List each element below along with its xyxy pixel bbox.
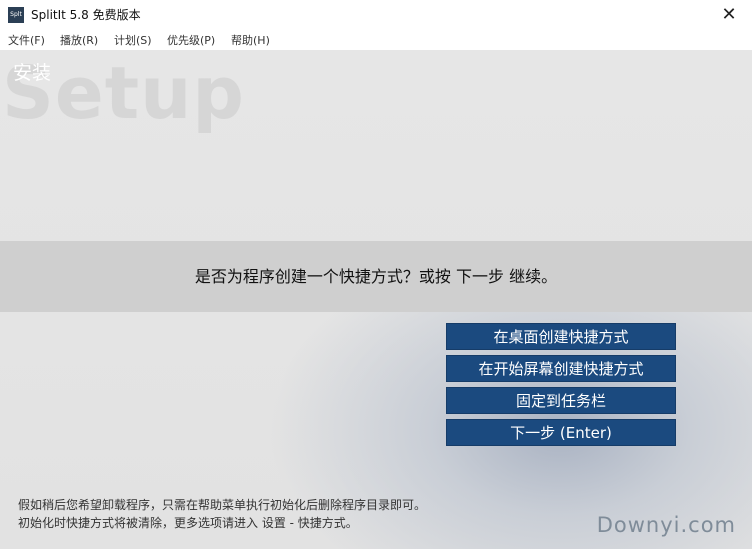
question-text: 是否为程序创建一个快捷方式？或按 下一步 继续。 xyxy=(194,267,558,286)
title-bar: Splt SplitIt 5.8 免费版本 ✕ xyxy=(0,0,752,30)
desktop-shortcut-button[interactable]: 在桌面创建快捷方式 xyxy=(446,323,676,350)
next-button[interactable]: 下一步 (Enter) xyxy=(446,419,676,446)
window-title: SplitIt 5.8 免费版本 xyxy=(31,8,141,22)
pin-taskbar-button[interactable]: 固定到任务栏 xyxy=(446,387,676,414)
menu-help[interactable]: 帮助(H) xyxy=(231,32,270,48)
page-title: 安装 xyxy=(13,62,52,84)
menu-schedule[interactable]: 计划(S) xyxy=(114,32,152,48)
close-button[interactable]: ✕ xyxy=(706,0,752,30)
site-watermark: Downyi.com xyxy=(596,513,736,537)
menu-file[interactable]: 文件(F) xyxy=(8,32,45,48)
start-screen-shortcut-button[interactable]: 在开始屏幕创建快捷方式 xyxy=(446,355,676,382)
question-band: 是否为程序创建一个快捷方式？或按 下一步 继续。 xyxy=(0,241,752,312)
setup-page: Setup 安装 是否为程序创建一个快捷方式？或按 下一步 继续。 在桌面创建快… xyxy=(0,50,752,549)
menu-priority[interactable]: 优先级(P) xyxy=(167,32,215,48)
app-icon: Splt xyxy=(8,7,24,23)
menu-play[interactable]: 播放(R) xyxy=(60,32,98,48)
menu-bar: 文件(F) 播放(R) 计划(S) 优先级(P) 帮助(H) xyxy=(0,30,752,50)
footer-note-line-2: 初始化时快捷方式将被清除，更多选项请进入 设置 - 快捷方式。 xyxy=(18,516,358,530)
footer-note-line-1: 假如稍后您希望卸载程序，只需在帮助菜单执行初始化后删除程序目录即可。 xyxy=(18,498,427,512)
